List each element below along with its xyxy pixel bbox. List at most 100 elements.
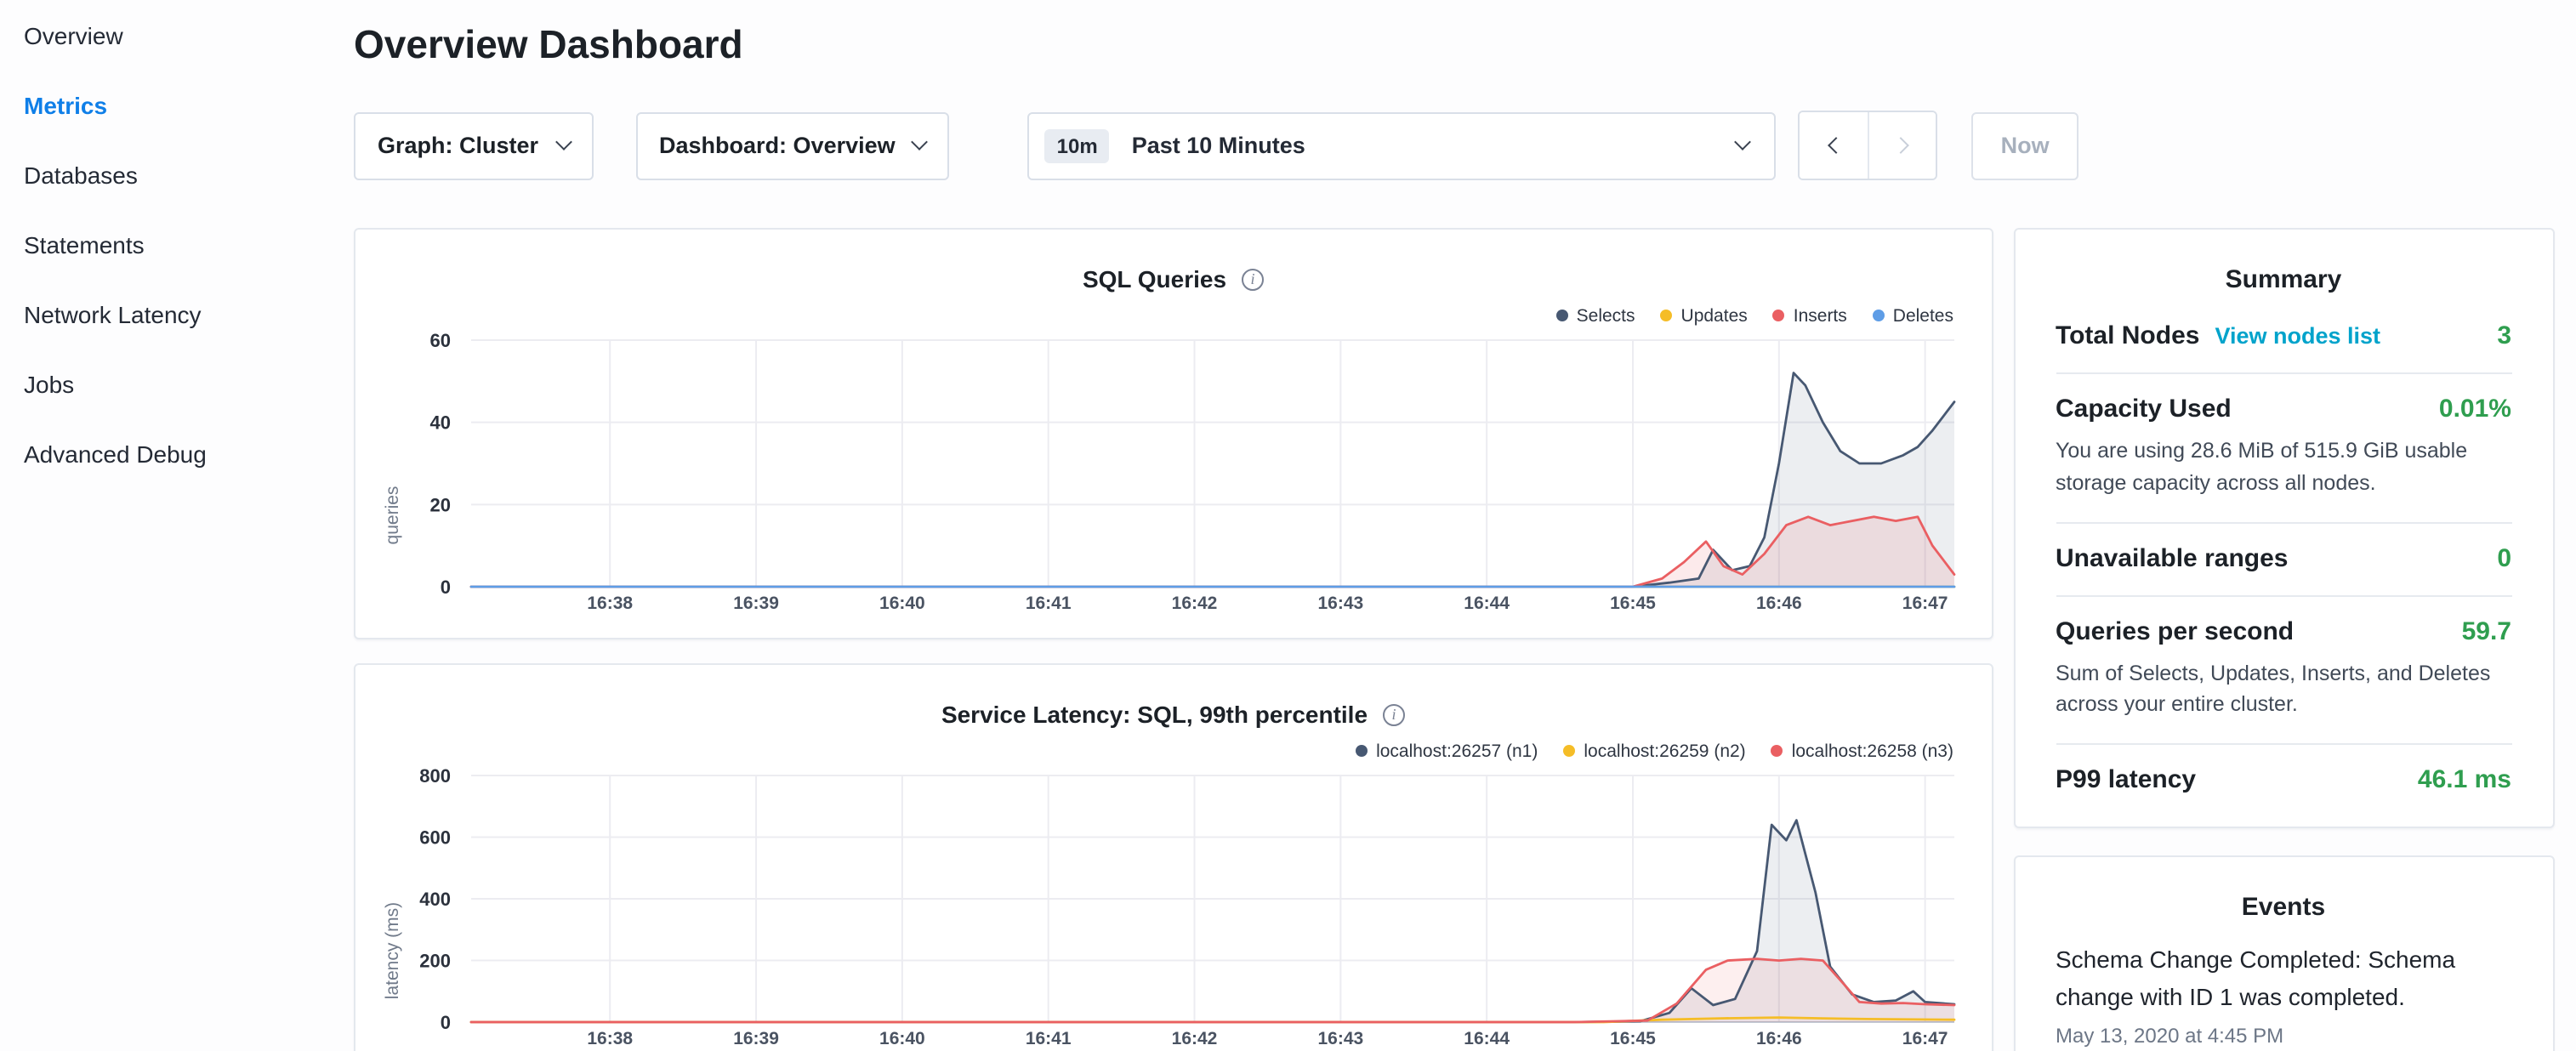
legend-dot-icon — [1773, 310, 1785, 321]
chart-legend: Selects Updates Inserts Deletes — [383, 304, 1964, 327]
summary-row-head: Total NodesView nodes list3 — [2056, 321, 2511, 350]
legend-item-selects: Selects — [1556, 305, 1635, 326]
events-panel: Events Schema Change Completed: Schema c… — [2013, 855, 2554, 1051]
main-area: Overview Dashboard Graph: Cluster Dashbo… — [328, 0, 2576, 1051]
sidebar-item-network-latency[interactable]: Network Latency — [0, 279, 328, 349]
sidebar-item-metrics[interactable]: Metrics — [0, 70, 328, 139]
sidebar-item-label: Network Latency — [24, 300, 202, 327]
next-range-button[interactable] — [1868, 112, 1936, 179]
chevron-down-icon — [1735, 134, 1752, 151]
chevron-left-icon — [1828, 137, 1845, 154]
info-icon[interactable] — [1383, 703, 1405, 725]
charts-column: SQL Queries Selects Updates Inserts Deletes… — [354, 228, 1993, 1051]
x-axis-tick-label: 16:40 — [879, 1029, 925, 1048]
x-axis-tick-label: 16:40 — [879, 594, 925, 613]
x-axis-tick-label: 16:43 — [1317, 594, 1363, 613]
summary-row-p99-latency: P99 latency46.1 ms — [2056, 743, 2511, 816]
x-axis-tick-label: 16:44 — [1464, 1029, 1510, 1048]
chart-title: Service Latency: SQL, 99th percentile — [941, 701, 1368, 728]
summary-label: Unavailable ranges — [2056, 543, 2288, 572]
x-axis-tick-label: 16:39 — [733, 1029, 779, 1048]
time-range-dropdown[interactable]: 10m Past 10 Minutes — [1028, 111, 1777, 179]
y-axis-tick-label: 60 — [430, 330, 451, 351]
summary-row-capacity-used: Capacity Used 0.01% You are using 28.6 MiB… — [2056, 372, 2511, 521]
chevron-down-icon — [912, 134, 929, 151]
summary-value: 3 — [2480, 321, 2511, 350]
summary-rows: Total NodesView nodes list3Capacity Used… — [2056, 301, 2511, 816]
legend-label: Inserts — [1794, 305, 1847, 326]
app-window: Overview MetricsDatabases Statements Networ… — [0, 0, 2576, 1051]
x-axis-tick-label: 16:39 — [733, 594, 779, 613]
sidebar-item-overview[interactable]: Overview — [0, 0, 328, 70]
x-axis-tick-label: 16:41 — [1026, 1029, 1072, 1048]
legend-dot-icon — [1873, 310, 1885, 321]
summary-description: You are using 28.6 MiB of 515.9 GiB usab… — [2056, 435, 2511, 499]
summary-row-head: Unavailable ranges 0 — [2056, 543, 2511, 572]
dashboard-dropdown-label: Dashboard: Overview — [659, 133, 896, 158]
chart-title-row: Service Latency: SQL, 99th percentile — [383, 701, 1964, 728]
event-item: Schema Change Completed: Schema change w… — [2056, 942, 2511, 1048]
y-axis-tick-label: 20 — [430, 494, 451, 515]
summary-value: 0.01% — [2422, 395, 2511, 423]
legend-dot-icon — [1771, 745, 1783, 757]
summary-label: P99 latency — [2056, 765, 2196, 794]
summary-value: 59.7 — [2445, 616, 2511, 645]
summary-value: 0 — [2480, 543, 2511, 572]
controls-bar: Graph: Cluster Dashboard: Overview 10m P… — [354, 111, 2554, 180]
summary-label: Capacity Used — [2056, 395, 2232, 423]
summary-title: Summary — [2056, 265, 2511, 294]
legend-label: Deletes — [1893, 305, 1953, 326]
summary-row-head: P99 latency46.1 ms — [2056, 765, 2511, 794]
y-axis-tick-label: 200 — [419, 951, 451, 972]
event-timestamp: May 13, 2020 at 4:45 PM — [2056, 1025, 2511, 1048]
summary-row-unavailable-ranges: Unavailable ranges 0 — [2056, 521, 2511, 594]
legend-item-inserts: Inserts — [1773, 305, 1847, 326]
sidebar-item-advanced-debug[interactable]: Advanced Debug — [0, 418, 328, 488]
service-latency-chart[interactable]: 020040060080016:3816:3916:4016:4116:4216… — [383, 765, 1965, 1051]
summary-row-total-nodes: Total NodesView nodes list3 — [2056, 301, 2511, 372]
series-line-selects — [471, 373, 1954, 587]
dashboard-content: SQL Queries Selects Updates Inserts Deletes… — [354, 228, 2554, 1051]
sidebar-item-label: Overview — [24, 21, 123, 48]
summary-label: Queries per second — [2056, 616, 2294, 645]
view-nodes-list-link[interactable]: View nodes list — [2215, 323, 2380, 349]
y-axis-tick-label: 0 — [441, 1012, 451, 1033]
chart-panel-sql-queries: SQL Queries Selects Updates Inserts Deletes… — [354, 228, 1993, 639]
x-axis-tick-label: 16:43 — [1317, 1029, 1363, 1048]
events-title: Events — [2056, 893, 2511, 922]
graph-scope-dropdown[interactable]: Graph: Cluster — [354, 111, 593, 179]
legend-item-deletes: Deletes — [1873, 305, 1953, 326]
legend-label: Updates — [1681, 305, 1748, 326]
y-axis-tick-label: 800 — [419, 765, 451, 787]
chart-panel-service-latency: Service Latency: SQL, 99th percentile lo… — [354, 663, 1993, 1051]
legend-dot-icon — [1556, 310, 1568, 321]
x-axis-tick-label: 16:47 — [1902, 594, 1948, 613]
legend-item-localhost-26258-n3: localhost:26258 (n3) — [1771, 741, 1953, 761]
y-axis-label: latency (ms) — [383, 902, 403, 999]
chart-title: SQL Queries — [1083, 265, 1226, 293]
summary-description: Sum of Selects, Updates, Inserts, and De… — [2056, 657, 2511, 721]
info-icon[interactable] — [1242, 268, 1264, 290]
sidebar-item-databases[interactable]: Databases — [0, 139, 328, 209]
summary-row-head: Queries per second 59.7 — [2056, 616, 2511, 645]
now-button[interactable]: Now — [1972, 111, 2078, 179]
x-axis-tick-label: 16:42 — [1172, 594, 1218, 613]
sql-queries-chart[interactable]: 020406016:3816:3916:4016:4116:4216:4316:… — [383, 330, 1965, 619]
y-axis-tick-label: 40 — [430, 412, 451, 434]
x-axis-tick-label: 16:38 — [587, 594, 633, 613]
sidebar-item-statements[interactable]: Statements — [0, 209, 328, 279]
legend-dot-icon — [1563, 745, 1575, 757]
prev-range-button[interactable] — [1800, 112, 1868, 179]
time-range-label: Past 10 Minutes — [1132, 133, 1737, 158]
x-axis-tick-label: 16:38 — [587, 1029, 633, 1048]
chart-legend: localhost:26257 (n1) localhost:26259 (n2)… — [383, 740, 1964, 762]
sidebar-item-label: Advanced Debug — [24, 440, 207, 467]
legend-item-localhost-26257-n1: localhost:26257 (n1) — [1356, 741, 1538, 761]
sidebar-item-jobs[interactable]: Jobs — [0, 349, 328, 418]
dashboard-dropdown[interactable]: Dashboard: Overview — [635, 111, 950, 179]
series-area-localhost-26258-n3 — [471, 959, 1954, 1022]
sidebar-item-label: Statements — [24, 230, 145, 258]
summary-row-head: Capacity Used 0.01% — [2056, 395, 2511, 423]
legend-label: localhost:26259 (n2) — [1584, 741, 1745, 761]
x-axis-tick-label: 16:46 — [1756, 1029, 1802, 1048]
